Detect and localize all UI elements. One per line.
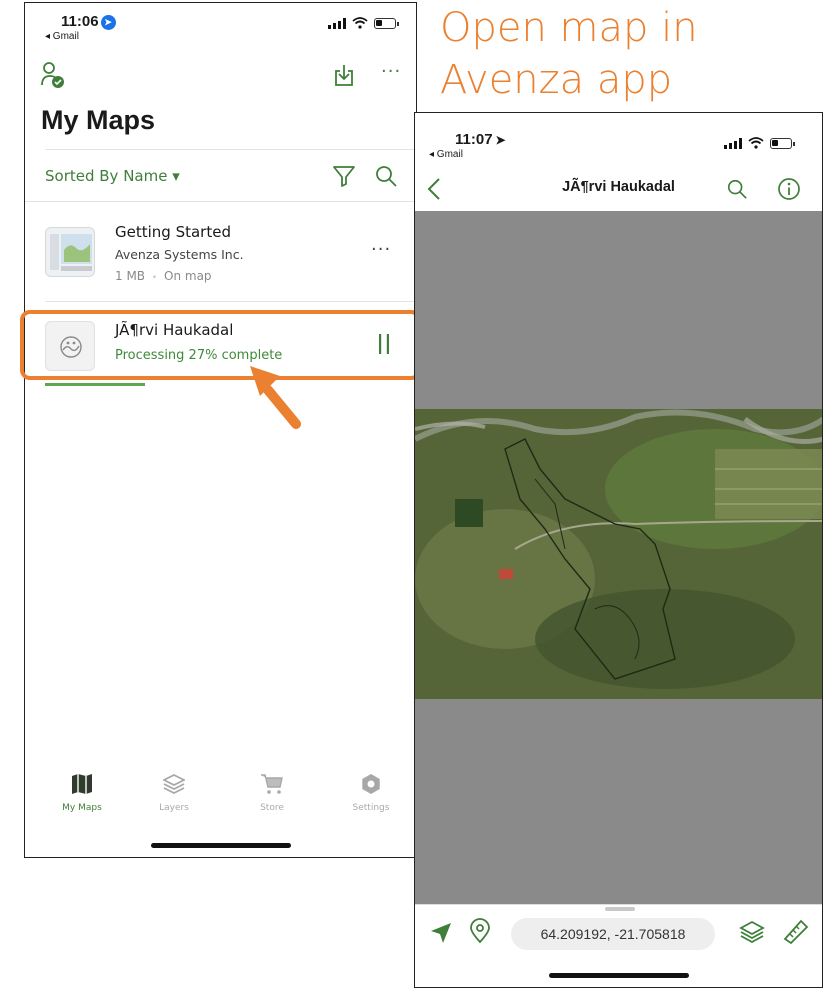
gear-tab-icon — [362, 774, 380, 794]
divider — [45, 149, 416, 150]
download-icon[interactable] — [333, 63, 355, 87]
battery-icon — [374, 17, 399, 29]
wifi-icon — [748, 137, 764, 149]
map-title: Getting Started — [115, 223, 231, 241]
back-to-app-link[interactable]: ◂ Gmail — [429, 149, 463, 160]
list-item-getting-started[interactable]: Getting Started Avenza Systems Inc. 1 MB… — [25, 213, 416, 293]
tab-label: Settings — [352, 803, 390, 813]
meta-separator: • — [151, 273, 158, 283]
location-arrow-small-icon: ➤ — [495, 133, 506, 147]
map-bottom-bar: 64.209192, -21.705818 — [415, 904, 822, 987]
back-to-app-link[interactable]: ◂ Gmail — [45, 31, 79, 42]
divider — [25, 201, 416, 202]
coordinates-display[interactable]: 64.209192, -21.705818 — [511, 918, 715, 950]
map-nav-bar: JÃ¶rvi Haukadal — [415, 165, 822, 209]
status-bar: 11:06 ➤ ◂ Gmail — [25, 3, 416, 47]
map-title: JÃ¶rvi Haukadal — [562, 179, 675, 195]
system-icons — [724, 137, 795, 149]
caption-line-2: Avenza app — [440, 57, 673, 103]
map-size: 1 MB — [115, 269, 146, 283]
sort-bar: Sorted By Name ▾ — [25, 153, 416, 201]
phone-my-maps-screen: 11:06 ➤ ◂ Gmail ··· My Maps Sorted By Nam… — [24, 2, 417, 858]
battery-icon — [770, 137, 795, 149]
location-active-icon: ➤ — [100, 15, 116, 30]
system-icons — [328, 17, 399, 29]
highlight-box — [20, 310, 421, 380]
status-time: 11:06 ➤ — [61, 13, 116, 30]
measure-ruler-icon[interactable] — [781, 917, 809, 945]
user-check-icon[interactable] — [41, 61, 65, 89]
map-tab-icon — [72, 774, 92, 794]
sort-dropdown[interactable]: Sorted By Name ▾ — [45, 167, 180, 185]
cart-tab-icon — [261, 774, 283, 794]
signal-icon — [724, 137, 742, 149]
pointer-arrow-icon — [250, 366, 301, 429]
drag-handle[interactable] — [605, 907, 635, 911]
map-meta: 1 MB • On map — [115, 269, 212, 283]
satellite-map-image — [415, 409, 822, 699]
signal-icon — [328, 17, 346, 29]
location-arrow-icon[interactable] — [429, 921, 453, 945]
home-indicator — [151, 843, 291, 848]
map-publisher: Avenza Systems Inc. — [115, 247, 244, 262]
tab-settings[interactable]: Settings — [331, 773, 411, 813]
home-indicator — [549, 973, 689, 978]
divider — [45, 301, 416, 302]
map-thumbnail — [45, 227, 95, 277]
map-state: On map — [164, 269, 212, 283]
top-toolbar: ··· — [25, 57, 416, 97]
map-canvas[interactable] — [415, 211, 822, 904]
search-icon[interactable] — [726, 178, 748, 200]
caption-line-1: Open map in — [440, 5, 698, 51]
info-icon[interactable] — [777, 177, 801, 201]
tab-my-maps[interactable]: My Maps — [42, 773, 122, 813]
status-bar: 11:07 ➤ ◂ Gmail — [415, 113, 822, 160]
tab-label: Layers — [159, 803, 189, 813]
phone-map-view-screen: 11:07 ➤ ◂ Gmail JÃ¶rvi Haukadal 64.20919… — [414, 112, 823, 988]
download-progress-bar — [45, 383, 145, 386]
tab-store[interactable]: Store — [232, 773, 312, 813]
layers-icon[interactable] — [739, 920, 765, 944]
callout-caption: Open map in Avenza app — [440, 2, 820, 106]
filter-icon[interactable] — [332, 165, 356, 187]
page-title: My Maps — [41, 105, 156, 135]
status-time: 11:07 ➤ — [455, 131, 506, 148]
more-icon[interactable]: ··· — [381, 61, 401, 82]
layers-tab-icon — [161, 773, 187, 795]
tab-label: My Maps — [62, 803, 102, 813]
tab-label: Store — [260, 803, 284, 813]
wifi-icon — [352, 17, 368, 29]
tab-bar: My Maps Layers Store Settings — [25, 773, 416, 833]
tab-layers[interactable]: Layers — [134, 773, 214, 813]
item-more-icon[interactable]: ··· — [371, 239, 391, 260]
pin-icon[interactable] — [469, 918, 491, 944]
search-icon[interactable] — [374, 164, 398, 188]
